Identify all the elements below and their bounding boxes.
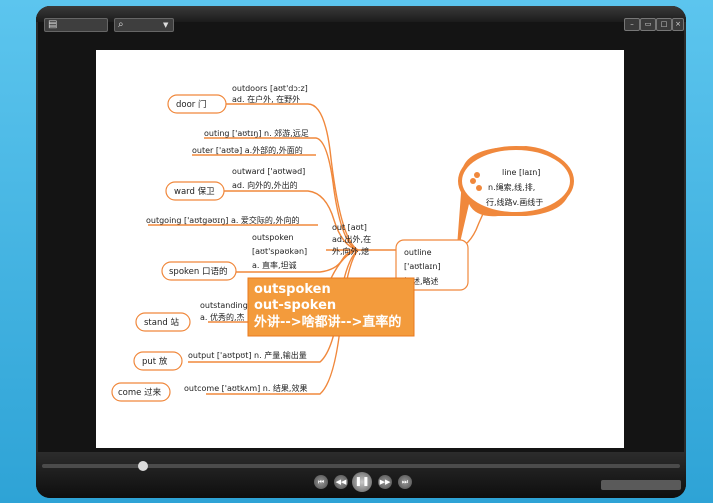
popup-line-1: outspoken [254, 282, 331, 297]
line-meaning-2: 行,线路v.画线于 [486, 197, 543, 207]
rewind-icon: ◀◀ [335, 478, 347, 486]
line-meaning-1: n.绳索,线,排, [488, 182, 535, 192]
node-ward: ward 保卫 [174, 186, 215, 197]
outspoken-word: outspoken [252, 233, 294, 242]
node-put: put 放 [142, 356, 168, 367]
popup-line-2: out-spoken [254, 298, 336, 313]
node-come: come 过来 [118, 387, 162, 398]
mind-map-diagram: .t { font-family: "DejaVu Sans", sans-se… [111, 84, 574, 402]
outgoing: outgoing ['aʊtgəʊɪŋ] a. 爱交际的,外向的 [146, 215, 299, 225]
bullet-dot [470, 178, 476, 184]
prev-icon: ⏮ [317, 478, 325, 486]
controls-bar: ⏮ ◀◀ ❚❚ ▶▶ ⏭ [36, 452, 686, 498]
bullet-dot [476, 185, 482, 191]
restore-button[interactable]: ▭ [640, 18, 656, 31]
file-dropdown[interactable]: ▤ [44, 18, 108, 32]
line-word: line [laɪn] [502, 168, 540, 177]
outing: outing ['aʊtɪŋ] n. 郊游,远足 [204, 128, 309, 138]
output: output ['aʊtpʊt] n. 产量,输出量 [188, 350, 307, 360]
out-meaning-1: ad.出外,在 [332, 234, 371, 244]
outspoken-phonetic: [aʊt'spəʊkən] [252, 247, 307, 256]
outstanding-word: outstanding [200, 301, 248, 310]
out-word: out [aʊt] [332, 223, 367, 232]
outcome: outcome ['aʊtkʌm] n. 结果,效果 [184, 383, 307, 393]
prev-button[interactable]: ⏮ [314, 475, 328, 489]
rewind-button[interactable]: ◀◀ [334, 475, 348, 489]
close-button[interactable]: × [672, 18, 684, 31]
out-meaning-2: 外,向外,熄 [332, 246, 369, 256]
outspoken-meaning: a. 直率,坦诚 [252, 260, 297, 270]
outstanding-meaning: a. 优秀的,杰 [200, 312, 245, 322]
play-pause-icon: ❚❚ [354, 477, 370, 487]
video-frame: .t { font-family: "DejaVu Sans", sans-se… [96, 50, 624, 448]
outward-word: outward ['aʊtwəd] [232, 167, 305, 176]
outdoors-word: outdoors [aʊt'dɔ:z] [232, 84, 308, 93]
search-icon: ⌕ [118, 19, 124, 30]
outline-word: outline [404, 248, 432, 257]
bullet-dot [474, 172, 480, 178]
next-icon: ⏭ [401, 478, 409, 486]
node-spoken: spoken 口语的 [169, 266, 227, 277]
node-stand: stand 站 [144, 317, 179, 328]
popup-line-3: 外讲-->啥都讲-->直率的 [253, 314, 401, 330]
chevron-down-icon: ▼ [163, 21, 169, 29]
node-door: door 门 [176, 99, 207, 110]
search-dropdown[interactable]: ⌕ ▼ [114, 18, 174, 32]
media-player-window: ▤ ⌕ ▼ – ▭ □ × .t { font-family: "DejaVu … [36, 6, 686, 498]
outdoors-meaning: ad. 在户外, 在野外 [232, 94, 300, 104]
play-pause-button[interactable]: ❚❚ [352, 472, 372, 492]
file-icon: ▤ [48, 19, 58, 30]
seek-knob[interactable] [138, 461, 148, 471]
forward-icon: ▶▶ [379, 478, 391, 486]
maximize-button[interactable]: □ [656, 18, 672, 31]
outward-meaning: ad. 向外的,外出的 [232, 180, 298, 190]
minimize-button[interactable]: – [624, 18, 640, 31]
outer: outer ['aʊtə] a.外部的,外面的 [192, 145, 303, 155]
forward-button[interactable]: ▶▶ [378, 475, 392, 489]
outline-phonetic: ['aʊtlaɪn] [404, 262, 441, 271]
next-button[interactable]: ⏭ [398, 475, 412, 489]
seek-bar[interactable] [42, 461, 680, 471]
volume-bar[interactable] [601, 480, 681, 490]
